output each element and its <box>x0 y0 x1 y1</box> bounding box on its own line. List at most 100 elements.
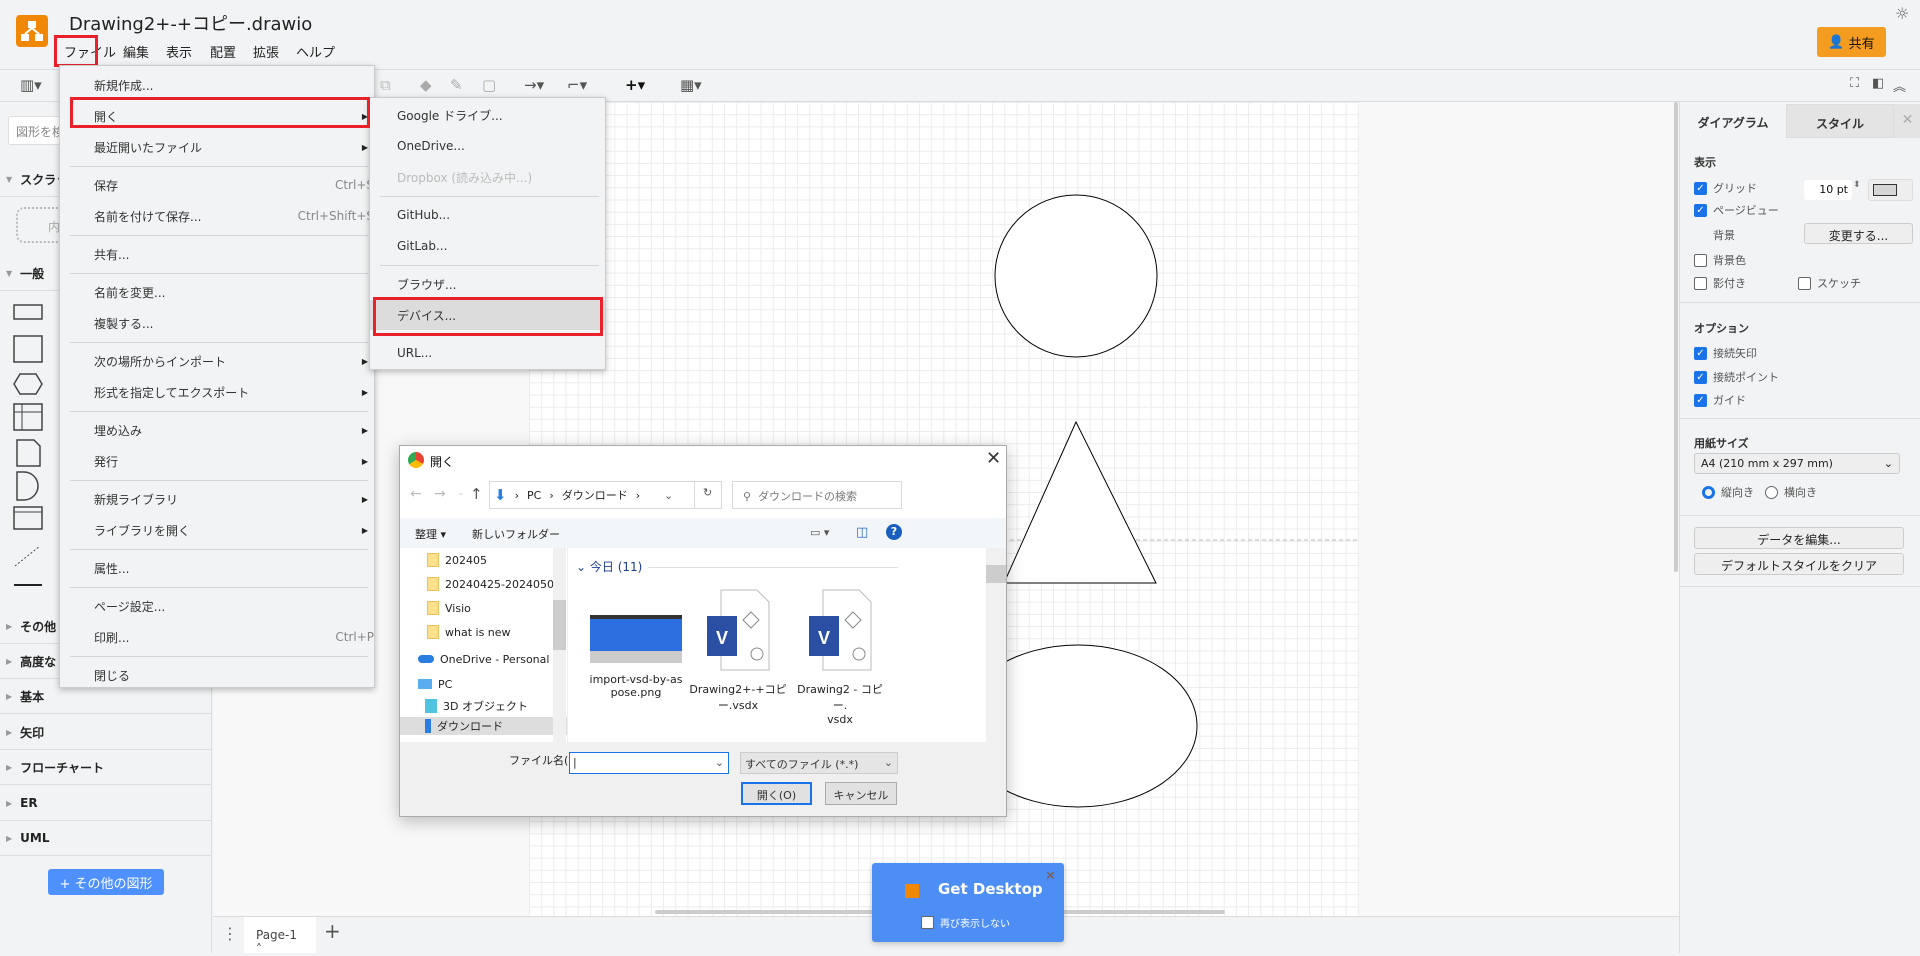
nav-item-downloads[interactable]: ダウンロード <box>400 717 567 735</box>
file-list[interactable]: ⌄ 今日 (11) import-vsd-by-as pose.png V Drawi… <box>567 548 967 742</box>
dont-show-again-checkbox[interactable]: 再び表示しない <box>921 915 1010 930</box>
menu-item[interactable]: ページ設定... <box>60 591 374 621</box>
menu-view[interactable]: 表示 <box>162 40 196 63</box>
table-icon[interactable]: ▦▾ <box>680 76 702 94</box>
menu-item[interactable]: Google ドライブ... <box>370 100 605 130</box>
menu-item[interactable]: 最近開いたファイル ▶ <box>60 132 374 162</box>
menu-item[interactable]: 複製する... <box>60 308 374 338</box>
shadow-icon[interactable]: ▢ <box>482 76 496 94</box>
connection-arrows-checkbox[interactable]: ✓ 接続矢印 <box>1694 345 1757 361</box>
menu-item[interactable]: 新規ライブラリ ▶ <box>60 484 374 514</box>
menu-item[interactable]: 保存 Ctrl+S <box>60 170 374 200</box>
file-item[interactable]: import-vsd-by-as pose.png <box>586 588 686 738</box>
menu-item[interactable]: デバイス... <box>370 300 605 330</box>
edit-data-button[interactable]: データを編集... <box>1694 527 1904 549</box>
nav-item-folder[interactable]: Visio <box>427 599 567 617</box>
menu-item[interactable]: 名前を変更... <box>60 277 374 307</box>
fill-color-icon[interactable]: ◆ <box>420 76 432 94</box>
nav-item-onedrive[interactable]: OneDrive - Personal <box>418 650 567 668</box>
preview-pane-icon[interactable]: ◫ <box>856 525 868 540</box>
file-item[interactable]: V Drawing2+-+コピ ー.vsdx <box>688 588 788 738</box>
close-panel-icon[interactable]: ✕ <box>1894 104 1920 138</box>
up-icon[interactable]: ↑ <box>470 485 483 503</box>
more-shapes-button[interactable]: + その他の図形 <box>48 869 164 895</box>
open-button[interactable]: 開く(O) <box>741 782 812 805</box>
paper-size-select[interactable]: A4 (210 mm x 297 mm) ⌄ <box>1694 453 1900 474</box>
menu-item[interactable]: 閉じる <box>60 660 374 690</box>
nav-item-folder[interactable]: 202405 <box>427 551 567 569</box>
menu-item[interactable]: 新規作成... <box>60 70 374 100</box>
address-dropdown-icon[interactable]: ⌄ <box>664 489 673 502</box>
menu-item[interactable]: 埋め込み ▶ <box>60 415 374 445</box>
fullscreen-icon[interactable]: ⛶ <box>1850 76 1859 91</box>
grid-color-button[interactable] <box>1868 179 1913 201</box>
page-view-checkbox[interactable]: ✓ ページビュー <box>1694 202 1779 218</box>
document-title[interactable]: Drawing2+-+コピー.drawio <box>69 10 312 36</box>
add-page-icon[interactable]: + <box>324 919 341 943</box>
section-arrows[interactable]: ▶ 矢印 <box>0 715 212 750</box>
new-folder-button[interactable]: 新しいフォルダー <box>472 526 560 542</box>
clear-default-style-button[interactable]: デフォルトスタイルをクリア <box>1694 553 1904 575</box>
menu-item[interactable]: GitHub... <box>370 200 605 230</box>
nav-item-3d-objects[interactable]: 3D オブジェクト <box>425 697 567 715</box>
file-type-select[interactable]: すべてのファイル (*.*) ⌄ <box>740 752 898 774</box>
navigation-pane[interactable]: 202405 20240425-20240506（mir Visio what is … <box>400 548 567 742</box>
refresh-icon[interactable]: ↻ <box>694 481 712 509</box>
menu-item[interactable]: 名前を付けて保存... Ctrl+Shift+S <box>60 201 374 231</box>
menu-item[interactable]: URL... <box>370 338 605 368</box>
forward-icon[interactable]: → <box>434 486 446 502</box>
view-options-icon[interactable]: ▭ ▾ <box>810 526 829 539</box>
search-downloads-input[interactable]: ⚲ ダウンロードの検索 <box>732 481 902 509</box>
to-back-icon[interactable]: ⧉ <box>380 76 391 94</box>
change-background-button[interactable]: 変更する... <box>1804 223 1913 244</box>
breadcrumb-pc[interactable]: PC <box>527 489 541 502</box>
section-er[interactable]: ▶ ER <box>0 786 212 821</box>
menu-item[interactable]: GitLab... <box>370 231 605 261</box>
guides-checkbox[interactable]: ✓ ガイド <box>1694 392 1746 408</box>
waypoints-icon[interactable]: ⌐▾ <box>567 76 587 94</box>
organize-button[interactable]: 整理 ▾ <box>415 526 446 542</box>
theme-sun-icon[interactable]: ☼ <box>1895 4 1909 23</box>
background-color-checkbox[interactable]: 背景色 <box>1694 252 1746 268</box>
insert-plus-icon[interactable]: +▾ <box>625 76 645 94</box>
help-icon[interactable]: ? <box>886 524 902 540</box>
breadcrumb-downloads[interactable]: ダウンロード <box>562 487 628 503</box>
grid-size-stepper[interactable]: ⬍ <box>1853 180 1861 190</box>
page-tab[interactable]: Page-1 ˄ <box>244 917 316 956</box>
connection-points-checkbox[interactable]: ✓ 接続ポイント <box>1694 369 1779 385</box>
section-flowchart[interactable]: ▶ フローチャート <box>0 750 212 785</box>
menu-item[interactable]: 印刷... Ctrl+P <box>60 622 374 652</box>
nav-item-pc[interactable]: PC <box>418 675 567 693</box>
recent-dropdown-icon[interactable]: ⌄ <box>457 488 465 498</box>
pages-menu-icon[interactable]: ⋮ <box>222 924 238 943</box>
vertical-scrollbar[interactable] <box>1674 102 1678 572</box>
format-panel-icon[interactable]: ◧ <box>1872 76 1884 91</box>
share-button[interactable]: 👤 共有 <box>1817 27 1886 57</box>
menu-item[interactable]: OneDrive... <box>370 131 605 161</box>
close-dialog-icon[interactable]: ✕ <box>986 448 1001 469</box>
collapse-icon[interactable]: ︽ <box>1893 76 1906 95</box>
back-icon[interactable]: ← <box>410 486 422 502</box>
menu-item[interactable]: ライブラリを開く ▶ <box>60 515 374 545</box>
menu-item[interactable]: ブラウザ... <box>370 269 605 299</box>
landscape-radio[interactable]: 横向き <box>1765 484 1817 500</box>
address-bar[interactable]: ⬇ › PC › ダウンロード › ⌄ ↻ <box>489 481 722 509</box>
filename-input[interactable]: | ⌄ <box>569 752 729 774</box>
menu-arrange[interactable]: 配置 <box>206 40 240 63</box>
tab-diagram[interactable]: ダイアグラム <box>1680 104 1786 138</box>
files-scrollbar[interactable] <box>986 548 1006 742</box>
portrait-radio[interactable]: 縦向き <box>1702 484 1754 500</box>
line-color-icon[interactable]: ✎ <box>450 76 463 94</box>
menu-item[interactable]: 開く ▶ <box>60 101 374 131</box>
sketch-checkbox[interactable]: スケッチ <box>1798 275 1861 291</box>
grid-size-input[interactable]: 10 pt <box>1804 180 1852 200</box>
menu-item[interactable]: 発行 ▶ <box>60 446 374 476</box>
shadow-checkbox[interactable]: 影付き <box>1694 275 1746 291</box>
grid-checkbox[interactable]: ✓ グリッド <box>1694 180 1757 196</box>
close-popup-icon[interactable]: ✕ <box>1045 869 1056 884</box>
menu-item[interactable]: 共有... <box>60 239 374 269</box>
menu-item[interactable]: 形式を指定してエクスポート ▶ <box>60 377 374 407</box>
nav-item-folder[interactable]: 20240425-20240506（mir <box>427 575 567 593</box>
section-uml[interactable]: ▶ UML <box>0 821 212 856</box>
nav-scrollbar[interactable] <box>553 548 566 742</box>
